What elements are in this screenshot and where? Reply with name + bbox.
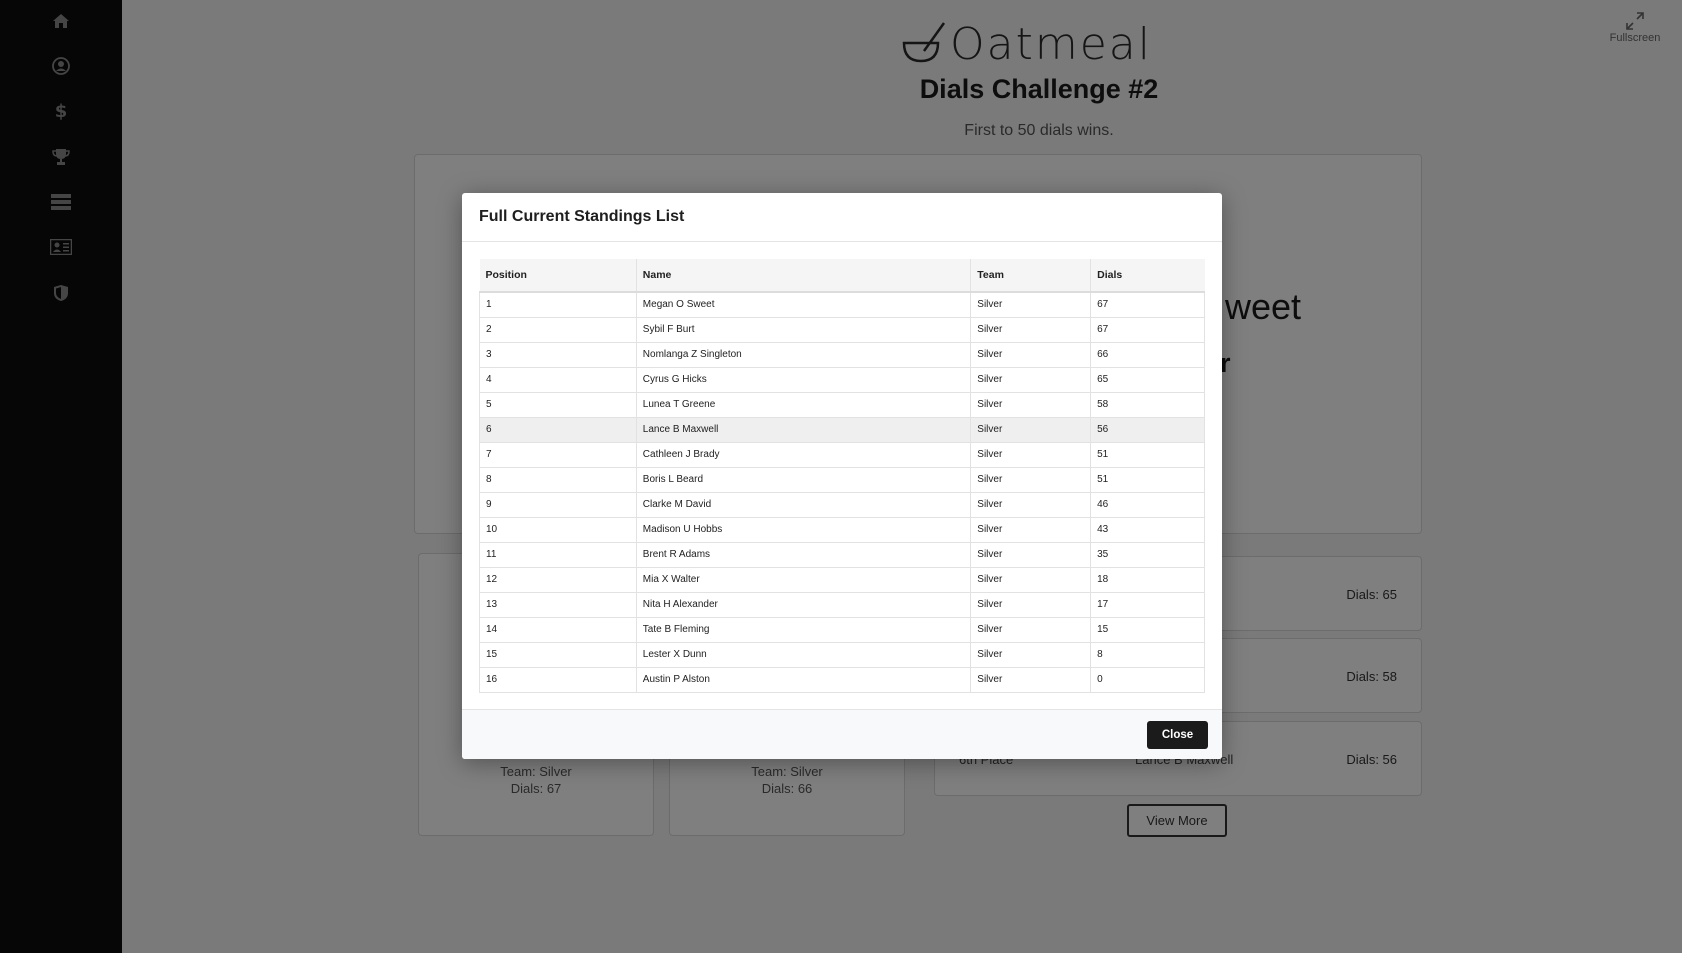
column-header-position[interactable]: Position <box>479 259 637 293</box>
table-row[interactable]: 2 Sybil F Burt Silver 67 <box>479 316 1205 342</box>
cell-position: 5 <box>479 391 637 417</box>
cell-dials: 67 <box>1090 316 1205 342</box>
cell-position: 13 <box>479 591 637 617</box>
cell-team: Silver <box>970 391 1091 417</box>
cell-name: Cathleen J Brady <box>635 441 971 467</box>
cell-name: Lance B Maxwell <box>635 416 971 442</box>
column-header-team[interactable]: Team <box>970 259 1091 293</box>
cell-dials: 46 <box>1090 491 1205 517</box>
cell-name: Brent R Adams <box>635 541 971 567</box>
cell-position: 14 <box>479 616 637 642</box>
table-row[interactable]: 6 Lance B Maxwell Silver 56 <box>479 416 1205 442</box>
table-row[interactable]: 10 Madison U Hobbs Silver 43 <box>479 516 1205 542</box>
table-row[interactable]: 13 Nita H Alexander Silver 17 <box>479 591 1205 617</box>
cell-name: Sybil F Burt <box>635 316 971 342</box>
cell-name: Austin P Alston <box>635 666 971 692</box>
cell-name: Clarke M David <box>635 491 971 517</box>
cell-team: Silver <box>970 441 1091 467</box>
cell-dials: 51 <box>1090 441 1205 467</box>
cell-team: Silver <box>970 541 1091 567</box>
cell-dials: 43 <box>1090 516 1205 542</box>
modal-footer: Close <box>462 709 1222 759</box>
cell-dials: 17 <box>1090 591 1205 617</box>
cell-name: Madison U Hobbs <box>635 516 971 542</box>
table-row[interactable]: 15 Lester X Dunn Silver 8 <box>479 641 1205 667</box>
cell-name: Lunea T Greene <box>635 391 971 417</box>
cell-dials: 56 <box>1090 416 1205 442</box>
standings-modal: Full Current Standings List Position Nam… <box>462 193 1222 759</box>
cell-name: Mia X Walter <box>635 566 971 592</box>
cell-position: 2 <box>479 316 637 342</box>
cell-name: Cyrus G Hicks <box>635 366 971 392</box>
cell-position: 15 <box>479 641 637 667</box>
close-button[interactable]: Close <box>1147 721 1208 749</box>
cell-team: Silver <box>970 366 1091 392</box>
modal-header: Full Current Standings List <box>462 193 1222 242</box>
cell-dials: 51 <box>1090 466 1205 492</box>
table-row[interactable]: 12 Mia X Walter Silver 18 <box>479 566 1205 592</box>
cell-dials: 66 <box>1090 341 1205 367</box>
modal-body: Position Name Team Dials 1 Megan O Sweet S… <box>479 259 1205 693</box>
cell-team: Silver <box>970 616 1091 642</box>
cell-dials: 8 <box>1090 641 1205 667</box>
cell-dials: 67 <box>1090 291 1205 317</box>
table-row[interactable]: 11 Brent R Adams Silver 35 <box>479 541 1205 567</box>
cell-position: 3 <box>479 341 637 367</box>
cell-name: Megan O Sweet <box>635 291 971 317</box>
cell-position: 9 <box>479 491 637 517</box>
cell-position: 8 <box>479 466 637 492</box>
cell-dials: 18 <box>1090 566 1205 592</box>
modal-title: Full Current Standings List <box>479 208 685 225</box>
cell-team: Silver <box>970 516 1091 542</box>
cell-position: 7 <box>479 441 637 467</box>
standings-table-body: 1 Megan O Sweet Silver 67 2 Sybil F Burt Silve… <box>479 291 1205 692</box>
standings-table: Position Name Team Dials 1 Megan O Sweet S… <box>479 259 1205 693</box>
cell-team: Silver <box>970 466 1091 492</box>
cell-dials: 58 <box>1090 391 1205 417</box>
cell-team: Silver <box>970 316 1091 342</box>
cell-dials: 35 <box>1090 541 1205 567</box>
cell-team: Silver <box>970 591 1091 617</box>
cell-team: Silver <box>970 666 1091 692</box>
table-row[interactable]: 16 Austin P Alston Silver 0 <box>479 666 1205 692</box>
column-header-dials[interactable]: Dials <box>1090 259 1205 293</box>
cell-team: Silver <box>970 416 1091 442</box>
cell-name: Lester X Dunn <box>635 641 971 667</box>
cell-name: Nita H Alexander <box>635 591 971 617</box>
cell-team: Silver <box>970 291 1091 317</box>
cell-name: Tate B Fleming <box>635 616 971 642</box>
cell-dials: 65 <box>1090 366 1205 392</box>
cell-position: 16 <box>479 666 637 692</box>
cell-team: Silver <box>970 341 1091 367</box>
cell-position: 4 <box>479 366 637 392</box>
table-header-row: Position Name Team Dials <box>479 259 1205 293</box>
cell-name: Nomlanga Z Singleton <box>635 341 971 367</box>
table-row[interactable]: 7 Cathleen J Brady Silver 51 <box>479 441 1205 467</box>
table-row[interactable]: 9 Clarke M David Silver 46 <box>479 491 1205 517</box>
cell-position: 11 <box>479 541 637 567</box>
cell-position: 1 <box>479 291 637 317</box>
cell-position: 6 <box>479 416 637 442</box>
table-row[interactable]: 4 Cyrus G Hicks Silver 65 <box>479 366 1205 392</box>
cell-position: 10 <box>479 516 637 542</box>
table-row[interactable]: 5 Lunea T Greene Silver 58 <box>479 391 1205 417</box>
cell-team: Silver <box>970 566 1091 592</box>
cell-dials: 0 <box>1090 666 1205 692</box>
table-row[interactable]: 1 Megan O Sweet Silver 67 <box>479 291 1205 317</box>
cell-dials: 15 <box>1090 616 1205 642</box>
column-header-name[interactable]: Name <box>635 259 971 293</box>
table-row[interactable]: 14 Tate B Fleming Silver 15 <box>479 616 1205 642</box>
table-row[interactable]: 8 Boris L Beard Silver 51 <box>479 466 1205 492</box>
cell-team: Silver <box>970 491 1091 517</box>
cell-position: 12 <box>479 566 637 592</box>
table-row[interactable]: 3 Nomlanga Z Singleton Silver 66 <box>479 341 1205 367</box>
cell-name: Boris L Beard <box>635 466 971 492</box>
cell-team: Silver <box>970 641 1091 667</box>
